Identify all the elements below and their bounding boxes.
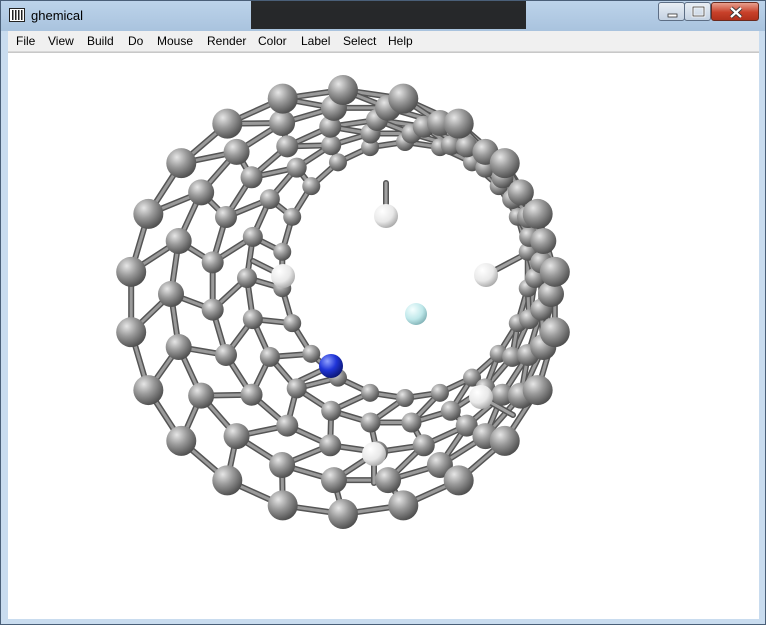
carbon-atom[interactable] xyxy=(286,378,307,399)
center-atom[interactable] xyxy=(405,303,427,325)
carbon-atom[interactable] xyxy=(116,256,147,287)
carbon-atom[interactable] xyxy=(201,298,224,321)
app-window: ghemical File View Build Do Mouse Render… xyxy=(0,0,766,625)
carbon-atom[interactable] xyxy=(242,309,263,330)
carbon-atom[interactable] xyxy=(286,157,307,178)
carbon-atom[interactable] xyxy=(530,228,557,255)
carbon-atom[interactable] xyxy=(328,153,347,172)
minimize-button[interactable] xyxy=(658,2,685,21)
menu-render[interactable]: Render xyxy=(207,34,246,48)
carbon-atom[interactable] xyxy=(360,412,381,433)
carbon-atom[interactable] xyxy=(443,108,474,139)
menu-select[interactable]: Select xyxy=(343,34,376,48)
menu-file[interactable]: File xyxy=(16,34,35,48)
carbon-atom[interactable] xyxy=(215,343,238,366)
carbon-atom[interactable] xyxy=(165,228,192,255)
minimize-icon xyxy=(667,13,678,18)
carbon-atom[interactable] xyxy=(242,226,263,247)
carbon-atom[interactable] xyxy=(240,383,263,406)
carbon-atom[interactable] xyxy=(165,333,192,360)
carbon-atom[interactable] xyxy=(201,251,224,274)
background-window-strip xyxy=(251,1,526,29)
carbon-atom[interactable] xyxy=(166,148,197,179)
carbon-atom[interactable] xyxy=(133,375,164,406)
carbon-atom[interactable] xyxy=(237,268,257,288)
hydrogen-atom[interactable] xyxy=(374,204,398,228)
carbon-atom[interactable] xyxy=(276,135,299,158)
carbon-atom[interactable] xyxy=(158,281,184,307)
hydrogen-atom[interactable] xyxy=(474,263,498,287)
carbon-atom[interactable] xyxy=(328,499,358,529)
carbon-atom[interactable] xyxy=(321,135,342,156)
carbon-atom[interactable] xyxy=(283,207,302,226)
maximize-button[interactable] xyxy=(684,2,711,21)
carbon-atom[interactable] xyxy=(276,414,299,437)
carbon-atom[interactable] xyxy=(539,256,570,287)
carbon-atom[interactable] xyxy=(223,138,250,165)
carbon-atom[interactable] xyxy=(401,412,422,433)
molecule-model xyxy=(116,75,570,529)
nitrogen-atom[interactable] xyxy=(319,354,343,378)
carbon-atom[interactable] xyxy=(259,346,280,367)
carbon-atom[interactable] xyxy=(269,452,296,479)
hydrogen-atom[interactable] xyxy=(469,385,493,409)
carbon-atom[interactable] xyxy=(522,198,553,229)
hydrogen-atom[interactable] xyxy=(271,264,295,288)
close-button[interactable] xyxy=(711,2,759,21)
carbon-atom[interactable] xyxy=(443,465,474,496)
carbon-atom[interactable] xyxy=(188,382,215,409)
carbon-atom[interactable] xyxy=(215,206,238,229)
carbon-atom[interactable] xyxy=(321,400,342,421)
carbon-atom[interactable] xyxy=(539,317,570,348)
carbon-atom[interactable] xyxy=(302,344,321,363)
close-icon xyxy=(729,6,743,19)
hydrogen-atom[interactable] xyxy=(362,442,386,466)
carbon-atom[interactable] xyxy=(212,465,243,496)
carbon-atom[interactable] xyxy=(388,490,419,521)
carbon-atom[interactable] xyxy=(212,108,243,139)
carbon-atom[interactable] xyxy=(361,383,380,402)
carbon-atom[interactable] xyxy=(259,189,280,210)
carbon-atom[interactable] xyxy=(166,425,197,456)
carbon-atom[interactable] xyxy=(133,198,164,229)
carbon-atom[interactable] xyxy=(240,166,263,189)
carbon-atom[interactable] xyxy=(388,83,419,114)
carbon-atom[interactable] xyxy=(267,490,298,521)
carbon-atom[interactable] xyxy=(396,389,414,407)
menu-label[interactable]: Label xyxy=(301,34,330,48)
carbon-atom[interactable] xyxy=(116,317,147,348)
maximize-icon xyxy=(691,5,706,18)
carbon-atom[interactable] xyxy=(412,434,435,457)
carbon-atom[interactable] xyxy=(489,148,520,179)
carbon-atom[interactable] xyxy=(273,242,292,261)
carbon-atom[interactable] xyxy=(489,425,520,456)
window-title: ghemical xyxy=(31,8,84,23)
carbon-atom[interactable] xyxy=(320,467,347,494)
carbon-atom[interactable] xyxy=(269,109,296,136)
menu-help[interactable]: Help xyxy=(388,34,413,48)
molecule-viewport[interactable] xyxy=(8,52,759,619)
carbon-atom[interactable] xyxy=(440,400,461,421)
carbon-atom[interactable] xyxy=(375,467,402,494)
carbon-atom[interactable] xyxy=(188,179,215,206)
carbon-atom[interactable] xyxy=(302,177,321,196)
menu-do[interactable]: Do xyxy=(128,34,143,48)
carbon-atom[interactable] xyxy=(223,423,250,450)
app-icon xyxy=(9,8,25,22)
carbon-atom[interactable] xyxy=(522,375,553,406)
menu-color[interactable]: Color xyxy=(258,34,287,48)
menu-build[interactable]: Build xyxy=(87,34,114,48)
title-bar[interactable]: ghemical xyxy=(1,1,765,31)
menu-view[interactable]: View xyxy=(48,34,74,48)
carbon-atom[interactable] xyxy=(430,383,449,402)
carbon-atom[interactable] xyxy=(267,83,298,114)
menu-bar: File View Build Do Mouse Render Color La… xyxy=(8,31,759,52)
carbon-atom[interactable] xyxy=(319,434,342,457)
menu-mouse[interactable]: Mouse xyxy=(157,34,193,48)
carbon-atom[interactable] xyxy=(328,75,358,105)
carbon-atom[interactable] xyxy=(283,314,302,333)
